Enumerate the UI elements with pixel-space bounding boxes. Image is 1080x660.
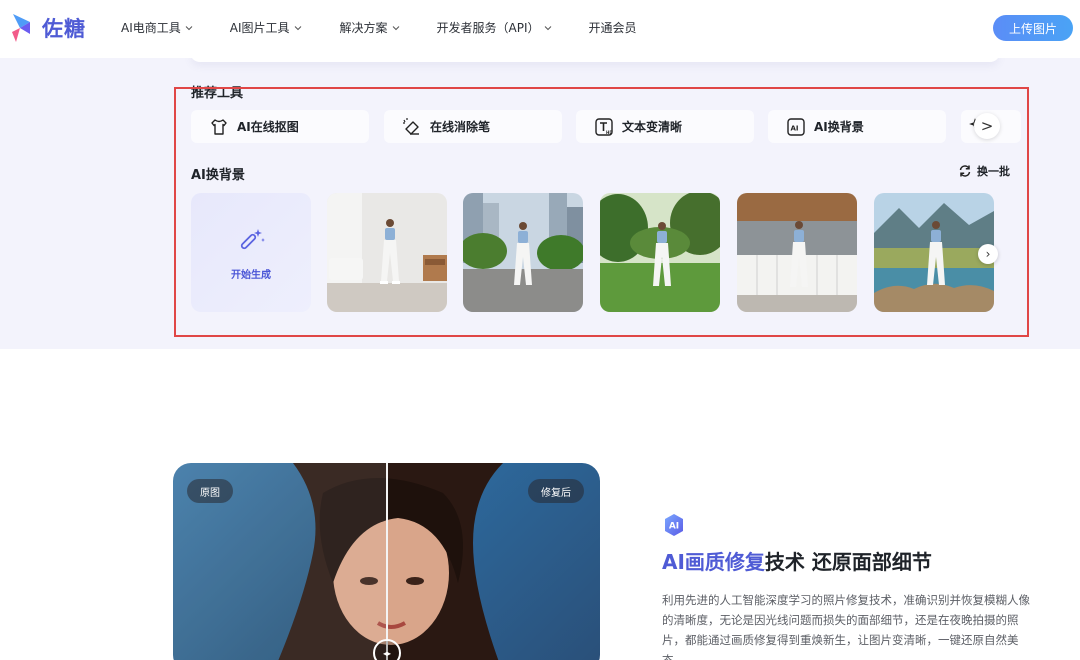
- compare-divider: [386, 463, 388, 660]
- ai-badge-text: AI: [669, 522, 679, 532]
- recommended-tools-title: 推荐工具: [191, 86, 244, 101]
- before-label: 原图: [187, 479, 233, 503]
- chevron-down-icon: [185, 25, 193, 30]
- upload-image-button[interactable]: 上传图片: [993, 15, 1073, 41]
- tool-ai-cutout[interactable]: AI在线抠图: [191, 110, 369, 143]
- start-generate-card[interactable]: 开始生成: [191, 193, 311, 312]
- nav-label: 开通会员: [588, 21, 637, 35]
- eraser-icon: [403, 117, 419, 135]
- feature-title-rest: 技术 还原面部细节: [764, 550, 932, 574]
- text-hd-icon: HD: [595, 117, 613, 136]
- nav-solutions[interactable]: 解决方案: [340, 19, 400, 36]
- ai-background-title: AI换背景: [191, 168, 245, 183]
- thumbnail-image: [600, 193, 720, 312]
- tool-online-eraser[interactable]: 在线消除笔: [384, 110, 562, 143]
- background-thumbnail-mountain-lake[interactable]: [874, 193, 994, 312]
- thumbnails-next-button[interactable]: ›: [978, 244, 998, 264]
- ai-background-icon: AI: [787, 117, 805, 136]
- nav-ai-image-tools[interactable]: AI图片工具: [230, 19, 302, 36]
- refresh-label: 换一批: [977, 165, 1010, 178]
- shirt-icon: [211, 118, 227, 135]
- after-label: 修复后: [528, 479, 584, 503]
- tool-label: 在线消除笔: [430, 120, 491, 134]
- thumbnail-image: [737, 193, 857, 312]
- nav-developer-api[interactable]: 开发者服务（API）: [437, 19, 552, 36]
- before-after-comparison[interactable]: 原图 修复后 ◂▸: [173, 463, 600, 660]
- refresh-icon: [959, 165, 971, 177]
- thumbnail-image: [327, 193, 447, 312]
- tool-label: AI换背景: [814, 120, 864, 134]
- chevron-down-icon: [392, 25, 399, 30]
- logo-icon: [12, 14, 30, 42]
- background-thumbnail-kitchen[interactable]: [737, 193, 857, 312]
- background-thumbnail-city-street[interactable]: [463, 193, 583, 312]
- nav-label: 解决方案: [339, 21, 388, 35]
- nav-label: AI图片工具: [229, 21, 290, 35]
- refresh-batch-button[interactable]: 换一批: [958, 163, 1010, 179]
- svg-text:HD: HD: [606, 130, 613, 135]
- nav-ai-ecommerce-tools[interactable]: AI电商工具: [121, 19, 193, 36]
- nav-label: 开发者服务（API）: [436, 21, 540, 35]
- thumbnail-image: [874, 193, 994, 312]
- tool-label: AI在线抠图: [237, 120, 299, 134]
- feature-title-accent: AI画质修复: [662, 550, 765, 574]
- logo-text: 佐糖: [42, 17, 86, 41]
- ai-badge-icon: AI: [665, 514, 683, 536]
- feature-title: AI画质修复技术 还原面部细节: [662, 546, 932, 575]
- compare-slider-handle[interactable]: ◂▸: [373, 639, 401, 660]
- nav-label: AI电商工具: [121, 21, 181, 35]
- logo[interactable]: 佐糖: [10, 12, 86, 44]
- magic-wand-icon: [240, 229, 265, 250]
- main-nav: AI电商工具 AI图片工具 解决方案 开发者服务（API） 开通会员: [121, 19, 637, 36]
- start-generate-label: 开始生成: [231, 270, 271, 281]
- thumbnail-image: [463, 193, 583, 312]
- feature-description: 利用先进的人工智能深度学习的照片修复技术，准确识别并恢复模糊人像的清晰度，无论是…: [662, 593, 1030, 660]
- svg-text:AI: AI: [791, 124, 799, 132]
- chevron-down-icon: [294, 25, 301, 30]
- top-header: 佐糖 AI电商工具 AI图片工具 解决方案 开发者服务（API） 开通会员 上传…: [0, 0, 1080, 58]
- background-thumbnail-park[interactable]: [600, 193, 720, 312]
- chevron-down-icon: [544, 25, 551, 30]
- background-thumbnail-living-room[interactable]: [327, 193, 447, 312]
- tool-ai-background[interactable]: AI AI换背景: [768, 110, 946, 143]
- tool-text-clarify[interactable]: HD 文本变清晰: [576, 110, 754, 143]
- tool-label: 文本变清晰: [622, 120, 683, 134]
- tools-scroll-right-button[interactable]: >: [974, 113, 1000, 139]
- nav-membership[interactable]: 开通会员: [589, 19, 637, 36]
